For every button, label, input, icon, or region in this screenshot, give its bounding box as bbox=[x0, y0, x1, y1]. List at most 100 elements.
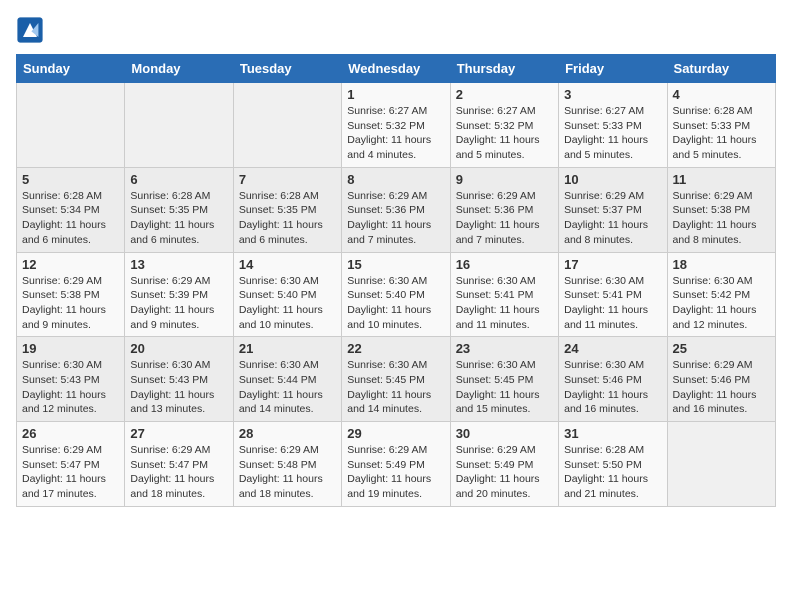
day-info: Sunrise: 6:29 AMSunset: 5:37 PMDaylight:… bbox=[564, 189, 661, 248]
calendar-cell: 11 Sunrise: 6:29 AMSunset: 5:38 PMDayligh… bbox=[667, 167, 775, 252]
calendar-week-2: 5 Sunrise: 6:28 AMSunset: 5:34 PMDaylight… bbox=[17, 167, 776, 252]
day-number: 26 bbox=[22, 426, 119, 441]
day-number: 27 bbox=[130, 426, 227, 441]
calendar-cell: 31 Sunrise: 6:28 AMSunset: 5:50 PMDayligh… bbox=[559, 422, 667, 507]
calendar-cell: 1 Sunrise: 6:27 AMSunset: 5:32 PMDaylight… bbox=[342, 83, 450, 168]
day-info: Sunrise: 6:30 AMSunset: 5:41 PMDaylight:… bbox=[564, 274, 661, 333]
calendar-week-1: 1 Sunrise: 6:27 AMSunset: 5:32 PMDaylight… bbox=[17, 83, 776, 168]
day-info: Sunrise: 6:29 AMSunset: 5:47 PMDaylight:… bbox=[22, 443, 119, 502]
day-info: Sunrise: 6:29 AMSunset: 5:49 PMDaylight:… bbox=[347, 443, 444, 502]
day-info: Sunrise: 6:29 AMSunset: 5:36 PMDaylight:… bbox=[456, 189, 553, 248]
day-info: Sunrise: 6:30 AMSunset: 5:45 PMDaylight:… bbox=[347, 358, 444, 417]
calendar-cell: 5 Sunrise: 6:28 AMSunset: 5:34 PMDaylight… bbox=[17, 167, 125, 252]
day-number: 13 bbox=[130, 257, 227, 272]
day-info: Sunrise: 6:30 AMSunset: 5:40 PMDaylight:… bbox=[239, 274, 336, 333]
calendar-table: SundayMondayTuesdayWednesdayThursdayFrid… bbox=[16, 54, 776, 507]
day-info: Sunrise: 6:28 AMSunset: 5:34 PMDaylight:… bbox=[22, 189, 119, 248]
day-info: Sunrise: 6:28 AMSunset: 5:50 PMDaylight:… bbox=[564, 443, 661, 502]
day-info: Sunrise: 6:29 AMSunset: 5:38 PMDaylight:… bbox=[673, 189, 770, 248]
day-number: 23 bbox=[456, 341, 553, 356]
calendar-cell bbox=[667, 422, 775, 507]
day-info: Sunrise: 6:30 AMSunset: 5:45 PMDaylight:… bbox=[456, 358, 553, 417]
calendar-cell bbox=[125, 83, 233, 168]
day-number: 16 bbox=[456, 257, 553, 272]
weekday-header-friday: Friday bbox=[559, 55, 667, 83]
page-header bbox=[16, 16, 776, 44]
logo-icon bbox=[16, 16, 44, 44]
calendar-header: SundayMondayTuesdayWednesdayThursdayFrid… bbox=[17, 55, 776, 83]
calendar-cell: 25Sunrise: 6:29 AMSunset: 5:46 PMDayligh… bbox=[667, 337, 775, 422]
calendar-cell bbox=[17, 83, 125, 168]
day-info: Sunrise: 6:28 AMSunset: 5:35 PMDaylight:… bbox=[239, 189, 336, 248]
weekday-header-wednesday: Wednesday bbox=[342, 55, 450, 83]
calendar-week-3: 12Sunrise: 6:29 AMSunset: 5:38 PMDayligh… bbox=[17, 252, 776, 337]
day-info: Sunrise: 6:30 AMSunset: 5:40 PMDaylight:… bbox=[347, 274, 444, 333]
day-number: 21 bbox=[239, 341, 336, 356]
logo bbox=[16, 16, 48, 44]
calendar-cell: 26 Sunrise: 6:29 AMSunset: 5:47 PMDayligh… bbox=[17, 422, 125, 507]
calendar-cell: 17 Sunrise: 6:30 AMSunset: 5:41 PMDayligh… bbox=[559, 252, 667, 337]
day-number: 24 bbox=[564, 341, 661, 356]
day-info: Sunrise: 6:30 AMSunset: 5:43 PMDaylight:… bbox=[130, 358, 227, 417]
day-number: 9 bbox=[456, 172, 553, 187]
calendar-cell: 6 Sunrise: 6:28 AMSunset: 5:35 PMDaylight… bbox=[125, 167, 233, 252]
calendar-cell: 3 Sunrise: 6:27 AMSunset: 5:33 PMDaylight… bbox=[559, 83, 667, 168]
day-info: Sunrise: 6:27 AMSunset: 5:32 PMDaylight:… bbox=[347, 104, 444, 163]
day-number: 10 bbox=[564, 172, 661, 187]
day-number: 28 bbox=[239, 426, 336, 441]
day-number: 7 bbox=[239, 172, 336, 187]
day-number: 14 bbox=[239, 257, 336, 272]
day-number: 8 bbox=[347, 172, 444, 187]
day-number: 25 bbox=[673, 341, 770, 356]
day-number: 31 bbox=[564, 426, 661, 441]
weekday-header-thursday: Thursday bbox=[450, 55, 558, 83]
weekday-header-saturday: Saturday bbox=[667, 55, 775, 83]
day-number: 18 bbox=[673, 257, 770, 272]
weekday-header-tuesday: Tuesday bbox=[233, 55, 341, 83]
day-number: 11 bbox=[673, 172, 770, 187]
day-number: 15 bbox=[347, 257, 444, 272]
day-info: Sunrise: 6:27 AMSunset: 5:33 PMDaylight:… bbox=[564, 104, 661, 163]
calendar-cell: 14 Sunrise: 6:30 AMSunset: 5:40 PMDayligh… bbox=[233, 252, 341, 337]
calendar-cell: 13Sunrise: 6:29 AMSunset: 5:39 PMDayligh… bbox=[125, 252, 233, 337]
calendar-cell: 4 Sunrise: 6:28 AMSunset: 5:33 PMDaylight… bbox=[667, 83, 775, 168]
calendar-cell: 7 Sunrise: 6:28 AMSunset: 5:35 PMDaylight… bbox=[233, 167, 341, 252]
calendar-cell: 28 Sunrise: 6:29 AMSunset: 5:48 PMDayligh… bbox=[233, 422, 341, 507]
day-info: Sunrise: 6:30 AMSunset: 5:46 PMDaylight:… bbox=[564, 358, 661, 417]
calendar-cell: 24 Sunrise: 6:30 AMSunset: 5:46 PMDayligh… bbox=[559, 337, 667, 422]
day-number: 1 bbox=[347, 87, 444, 102]
day-info: Sunrise: 6:27 AMSunset: 5:32 PMDaylight:… bbox=[456, 104, 553, 163]
day-info: Sunrise: 6:29 AMSunset: 5:36 PMDaylight:… bbox=[347, 189, 444, 248]
calendar-cell: 21 Sunrise: 6:30 AMSunset: 5:44 PMDayligh… bbox=[233, 337, 341, 422]
calendar-cell: 15 Sunrise: 6:30 AMSunset: 5:40 PMDayligh… bbox=[342, 252, 450, 337]
day-info: Sunrise: 6:29 AMSunset: 5:48 PMDaylight:… bbox=[239, 443, 336, 502]
calendar-cell: 19Sunrise: 6:30 AMSunset: 5:43 PMDayligh… bbox=[17, 337, 125, 422]
day-info: Sunrise: 6:30 AMSunset: 5:44 PMDaylight:… bbox=[239, 358, 336, 417]
day-number: 4 bbox=[673, 87, 770, 102]
day-number: 17 bbox=[564, 257, 661, 272]
day-info: Sunrise: 6:29 AMSunset: 5:49 PMDaylight:… bbox=[456, 443, 553, 502]
day-number: 6 bbox=[130, 172, 227, 187]
calendar-cell: 18 Sunrise: 6:30 AMSunset: 5:42 PMDayligh… bbox=[667, 252, 775, 337]
day-info: Sunrise: 6:28 AMSunset: 5:33 PMDaylight:… bbox=[673, 104, 770, 163]
day-number: 29 bbox=[347, 426, 444, 441]
day-info: Sunrise: 6:30 AMSunset: 5:41 PMDaylight:… bbox=[456, 274, 553, 333]
calendar-cell: 27 Sunrise: 6:29 AMSunset: 5:47 PMDayligh… bbox=[125, 422, 233, 507]
day-info: Sunrise: 6:29 AMSunset: 5:47 PMDaylight:… bbox=[130, 443, 227, 502]
calendar-cell: 23 Sunrise: 6:30 AMSunset: 5:45 PMDayligh… bbox=[450, 337, 558, 422]
day-number: 5 bbox=[22, 172, 119, 187]
calendar-cell: 20 Sunrise: 6:30 AMSunset: 5:43 PMDayligh… bbox=[125, 337, 233, 422]
calendar-week-4: 19Sunrise: 6:30 AMSunset: 5:43 PMDayligh… bbox=[17, 337, 776, 422]
day-number: 30 bbox=[456, 426, 553, 441]
day-number: 2 bbox=[456, 87, 553, 102]
day-number: 12 bbox=[22, 257, 119, 272]
day-info: Sunrise: 6:28 AMSunset: 5:35 PMDaylight:… bbox=[130, 189, 227, 248]
calendar-week-5: 26 Sunrise: 6:29 AMSunset: 5:47 PMDayligh… bbox=[17, 422, 776, 507]
day-number: 20 bbox=[130, 341, 227, 356]
day-number: 3 bbox=[564, 87, 661, 102]
day-info: Sunrise: 6:30 AMSunset: 5:42 PMDaylight:… bbox=[673, 274, 770, 333]
calendar-cell: 12Sunrise: 6:29 AMSunset: 5:38 PMDayligh… bbox=[17, 252, 125, 337]
calendar-cell: 10 Sunrise: 6:29 AMSunset: 5:37 PMDayligh… bbox=[559, 167, 667, 252]
calendar-cell: 9 Sunrise: 6:29 AMSunset: 5:36 PMDaylight… bbox=[450, 167, 558, 252]
calendar-cell bbox=[233, 83, 341, 168]
